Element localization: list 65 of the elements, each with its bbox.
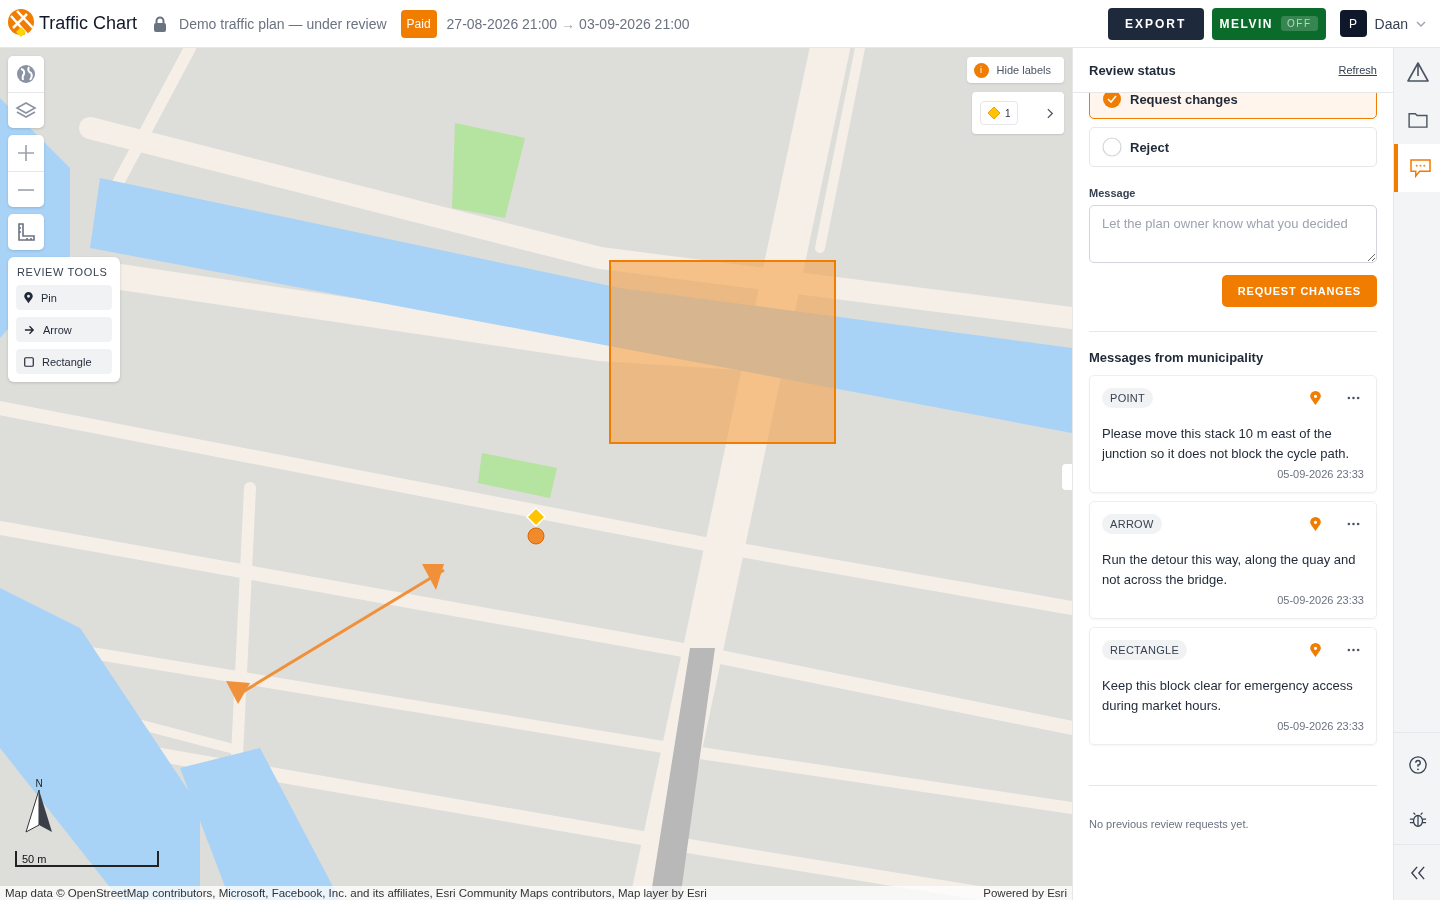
bug-icon [1409, 811, 1427, 829]
user-name[interactable]: Daan [1374, 15, 1408, 32]
radio-icon [1102, 137, 1122, 157]
review-status-title: Review status [1089, 62, 1176, 78]
export-button[interactable]: EXPORT [1107, 7, 1204, 40]
message-time: 05-09-2026 23:33 [1277, 594, 1364, 606]
date-to: 03-09-2026 21:00 [579, 15, 690, 32]
message-type-tag: RECTANGLE [1102, 640, 1188, 660]
message-type-tag: ARROW [1102, 514, 1162, 534]
message-text: Keep this block clear for emergency access during market hours. [1102, 677, 1354, 715]
attribution-text: Map data © OpenStreetMap contributors, Microsoft, Facebook, Inc. and its affiliates, Esri Community Maps contributors, Map layer by Esri [5, 887, 707, 899]
review-tools-title: REVIEW TOOLS [17, 266, 109, 278]
powered-by-text: Powered by Esri [983, 887, 1067, 899]
history-note: No previous review requests yet. [1089, 818, 1250, 830]
ruler-icon [16, 222, 36, 242]
arrow-right-icon [24, 324, 35, 335]
review-tool-button[interactable]: Pin [16, 285, 112, 310]
plan-title: Demo traffic plan — under review [179, 15, 387, 32]
refresh-link[interactable]: Refresh [1338, 64, 1377, 76]
more-icon[interactable] [1347, 396, 1360, 400]
review-option[interactable]: Reject [1089, 127, 1377, 167]
chevron-down-icon[interactable] [1416, 20, 1426, 27]
location-pin-icon[interactable] [1310, 642, 1321, 658]
help-icon [1409, 755, 1427, 774]
folder-icon [1408, 112, 1428, 128]
status-badge: Paid [400, 9, 437, 38]
date-arrow: → [561, 15, 576, 32]
warning-icon [1407, 62, 1429, 82]
location-pin-icon[interactable] [1310, 390, 1321, 406]
chat-icon [1409, 158, 1431, 178]
user-avatar: P [1339, 10, 1367, 37]
messages-title: Messages from municipality [1089, 350, 1265, 365]
review-tool-button[interactable]: Arrow [16, 317, 112, 342]
north-label: N [35, 778, 43, 789]
review-tool-button[interactable]: Rectangle [16, 349, 112, 374]
melvin-toggle[interactable]: MELVIN OFF [1211, 7, 1326, 40]
location-pin-icon[interactable] [1310, 516, 1321, 532]
more-icon[interactable] [1347, 522, 1360, 526]
info-badge: i [973, 62, 989, 78]
scale-bar: 50 m [15, 851, 159, 867]
square-icon [24, 356, 34, 367]
more-icon[interactable] [1347, 648, 1360, 652]
chevron-right-icon[interactable] [1047, 107, 1054, 119]
date-from: 27-08-2026 21:00 [446, 15, 558, 32]
measure-button[interactable] [8, 214, 44, 250]
north-arrow-icon [24, 789, 54, 833]
message-field[interactable]: Let the plan owner know what you decided [1089, 205, 1377, 263]
layer-count[interactable]: 1 [980, 101, 1018, 125]
panel-resize-handle[interactable] [1062, 464, 1072, 490]
toggle-state: OFF [1281, 16, 1318, 31]
double-chevron-left-icon [1410, 865, 1426, 880]
message-time: 05-09-2026 23:33 [1277, 720, 1364, 732]
message-time: 05-09-2026 23:33 [1277, 468, 1364, 480]
review-option[interactable]: Request changes [1089, 93, 1377, 119]
rectangle-annotation[interactable] [609, 260, 836, 444]
message-label: Message [1089, 187, 1137, 199]
app-name: Traffic Chart [39, 13, 138, 34]
logo-icon [7, 7, 37, 40]
pin-marker[interactable] [525, 506, 547, 546]
pin-icon [24, 291, 33, 304]
message-type-tag: POINT [1102, 388, 1154, 408]
message-text: Please move this stack 10 m east of the junction so it does not block the cycle path. [1102, 425, 1351, 463]
hide-labels-button[interactable]: i Hide labels [966, 57, 1064, 83]
diamond-icon [987, 106, 1001, 120]
message-text: Run the detour this way, along the quay and not across the bridge. [1102, 551, 1357, 589]
